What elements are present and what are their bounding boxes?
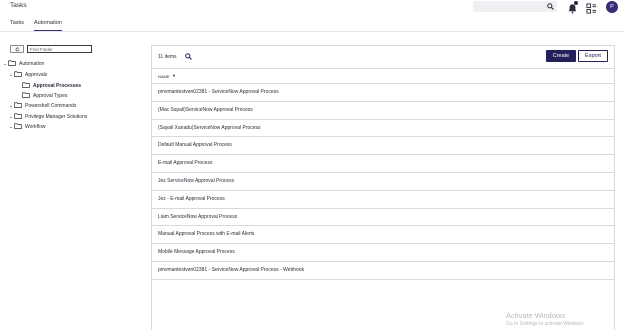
find-folder-input[interactable] xyxy=(27,45,92,53)
column-header-name[interactable]: NAME xyxy=(158,74,170,79)
tree-item-approval-types[interactable]: Approval Types xyxy=(16,92,67,101)
folder-icon xyxy=(14,102,22,109)
tree-item-approval-processes[interactable]: Approval Processes xyxy=(16,82,81,91)
apps-menu-button[interactable] xyxy=(586,1,597,14)
notification-badge xyxy=(574,1,578,5)
table-row[interactable]: Manual Approval Process with E-mail Aler… xyxy=(152,226,614,245)
sort-down-icon[interactable]: ▼ xyxy=(172,73,176,78)
table-row[interactable]: Jez ServiceNow Approval Process xyxy=(152,173,614,191)
tree-item-approvals[interactable]: ⌄ Approvals xyxy=(8,71,47,80)
export-button[interactable]: Export xyxy=(578,50,608,62)
tab-automation[interactable]: Automation xyxy=(34,20,62,31)
folder-icon xyxy=(22,82,30,89)
table-row[interactable]: Default Manual Approval Process xyxy=(152,137,614,156)
table-row[interactable]: Mobile Message Approval Process xyxy=(152,244,614,262)
watermark-title: Activate Windows xyxy=(506,311,566,320)
table-body: pmvmantestven02381 - ServiceNow Approval… xyxy=(152,84,614,280)
folder-icon xyxy=(14,71,22,78)
watermark-subtitle: Go to Settings to activate Windows. xyxy=(506,321,585,327)
search-icon[interactable] xyxy=(547,3,554,10)
create-button[interactable]: Create xyxy=(546,50,576,62)
tree-item-workflow[interactable]: ⌄ Workflow xyxy=(8,123,45,132)
search-icon[interactable] xyxy=(185,53,192,60)
app-title: Tasks xyxy=(10,2,27,9)
tree-item-powershell-commands[interactable]: ⌄ Powershell Commands xyxy=(8,102,76,111)
tab-tasks[interactable]: Tasks xyxy=(10,20,24,30)
folder-icon xyxy=(14,123,22,130)
table-row[interactable]: Jez - E-mail Approval Process xyxy=(152,191,614,209)
table-row[interactable]: pmvmantestven02381 - ServiceNow Approval… xyxy=(152,262,614,280)
refresh-icon xyxy=(15,46,19,51)
folder-icon xyxy=(14,113,22,120)
tab-bar: Tasks Automation xyxy=(0,16,624,32)
refresh-button[interactable] xyxy=(10,45,24,53)
item-count: 11 items xyxy=(158,54,177,60)
grid-icon xyxy=(586,3,597,14)
tree-item-automation[interactable]: ⌄ Automation xyxy=(2,60,44,69)
panel-toolbar: 11 items Create Export xyxy=(152,46,614,67)
folder-icon xyxy=(8,60,16,67)
activate-windows-watermark: Activate Windows Go to Settings to activ… xyxy=(506,311,585,327)
table-row[interactable]: (Sayali Xanadu)ServiceNow Approval Proce… xyxy=(152,120,614,138)
folder-icon xyxy=(22,92,30,99)
table-row[interactable]: E-mail Approval Process xyxy=(152,155,614,173)
user-avatar[interactable]: P xyxy=(606,1,618,13)
global-search-input[interactable] xyxy=(473,1,557,12)
notifications-button[interactable] xyxy=(567,1,578,14)
tree-item-privilege-manager-solutions[interactable]: ⌄ Privilege Manager Solutions xyxy=(8,113,87,122)
approval-processes-panel: 11 items Create Export NAME ▼ pmvmantest… xyxy=(151,45,615,330)
table-row[interactable]: Liam ServiceNow Approval Process xyxy=(152,209,614,227)
top-bar: Tasks P xyxy=(0,0,624,14)
table-header: NAME ▼ xyxy=(152,68,614,84)
table-row[interactable]: (Mac Sayali)ServiceNow Approval Process xyxy=(152,102,614,120)
table-row[interactable]: pmvmantestven02381 - ServiceNow Approval… xyxy=(152,84,614,102)
